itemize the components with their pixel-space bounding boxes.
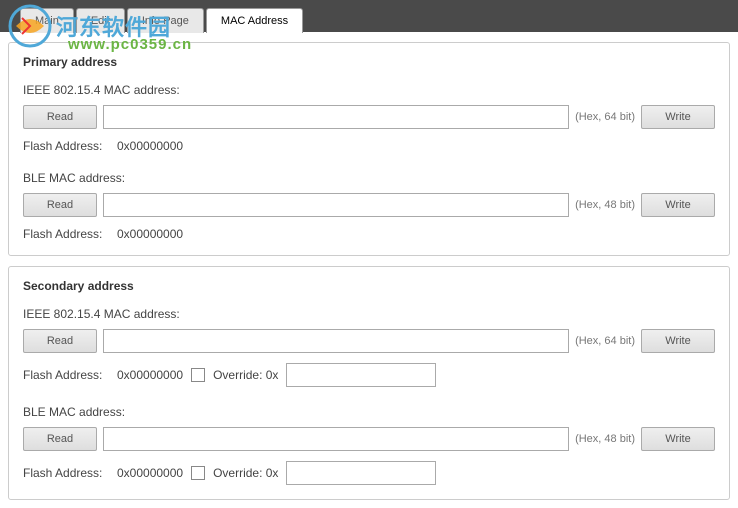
secondary-ble-row: Read (Hex, 48 bit) Write (23, 427, 715, 451)
tab-mac-address[interactable]: MAC Address (206, 8, 303, 33)
secondary-ieee-override-input[interactable] (286, 363, 436, 387)
secondary-ble-override-checkbox[interactable] (191, 466, 205, 480)
primary-ble-read-button[interactable]: Read (23, 193, 97, 217)
secondary-ble-hint: (Hex, 48 bit) (575, 433, 635, 445)
secondary-ieee-flash-value: 0x00000000 (117, 368, 183, 382)
primary-ble-row: Read (Hex, 48 bit) Write (23, 193, 715, 217)
secondary-title: Secondary address (23, 279, 715, 293)
secondary-ieee-write-button[interactable]: Write (641, 329, 715, 353)
tab-main[interactable]: Main (20, 8, 74, 33)
primary-ieee-flash-value: 0x00000000 (117, 139, 183, 153)
primary-title: Primary address (23, 55, 715, 69)
secondary-ieee-label: IEEE 802.15.4 MAC address: (23, 307, 715, 321)
primary-ble-write-button[interactable]: Write (641, 193, 715, 217)
secondary-ieee-row: Read (Hex, 64 bit) Write (23, 329, 715, 353)
tab-edit[interactable]: Edit (76, 8, 125, 33)
primary-ieee-flash-label: Flash Address: (23, 139, 109, 153)
secondary-ble-flash-label: Flash Address: (23, 466, 109, 480)
primary-address-group: Primary address IEEE 802.15.4 MAC addres… (8, 42, 730, 256)
secondary-ble-input[interactable] (103, 427, 569, 451)
content-area: Primary address IEEE 802.15.4 MAC addres… (0, 32, 738, 508)
secondary-ble-flash-row: Flash Address: 0x00000000 Override: 0x (23, 461, 715, 485)
secondary-ble-write-button[interactable]: Write (641, 427, 715, 451)
primary-ieee-input[interactable] (103, 105, 569, 129)
secondary-ieee-override-label: Override: 0x (213, 368, 278, 382)
primary-ieee-label: IEEE 802.15.4 MAC address: (23, 83, 715, 97)
primary-ieee-read-button[interactable]: Read (23, 105, 97, 129)
primary-ble-hint: (Hex, 48 bit) (575, 199, 635, 211)
secondary-ieee-hint: (Hex, 64 bit) (575, 335, 635, 347)
secondary-ieee-flash-row: Flash Address: 0x00000000 Override: 0x (23, 363, 715, 387)
secondary-ble-override-label: Override: 0x (213, 466, 278, 480)
secondary-ieee-flash-label: Flash Address: (23, 368, 109, 382)
primary-ieee-hint: (Hex, 64 bit) (575, 111, 635, 123)
secondary-ieee-input[interactable] (103, 329, 569, 353)
primary-ble-flash-value: 0x00000000 (117, 227, 183, 241)
secondary-ieee-read-button[interactable]: Read (23, 329, 97, 353)
tab-bar: Main Edit Info Page MAC Address (0, 0, 738, 32)
primary-ieee-flash-row: Flash Address: 0x00000000 (23, 139, 715, 153)
primary-ble-flash-label: Flash Address: (23, 227, 109, 241)
primary-ieee-row: Read (Hex, 64 bit) Write (23, 105, 715, 129)
secondary-ble-read-button[interactable]: Read (23, 427, 97, 451)
secondary-ble-flash-value: 0x00000000 (117, 466, 183, 480)
primary-ble-flash-row: Flash Address: 0x00000000 (23, 227, 715, 241)
primary-ieee-write-button[interactable]: Write (641, 105, 715, 129)
primary-ble-input[interactable] (103, 193, 569, 217)
secondary-ieee-override-checkbox[interactable] (191, 368, 205, 382)
secondary-ble-override-input[interactable] (286, 461, 436, 485)
tab-info-page[interactable]: Info Page (127, 8, 204, 33)
secondary-address-group: Secondary address IEEE 802.15.4 MAC addr… (8, 266, 730, 500)
primary-ble-label: BLE MAC address: (23, 171, 715, 185)
secondary-ble-label: BLE MAC address: (23, 405, 715, 419)
